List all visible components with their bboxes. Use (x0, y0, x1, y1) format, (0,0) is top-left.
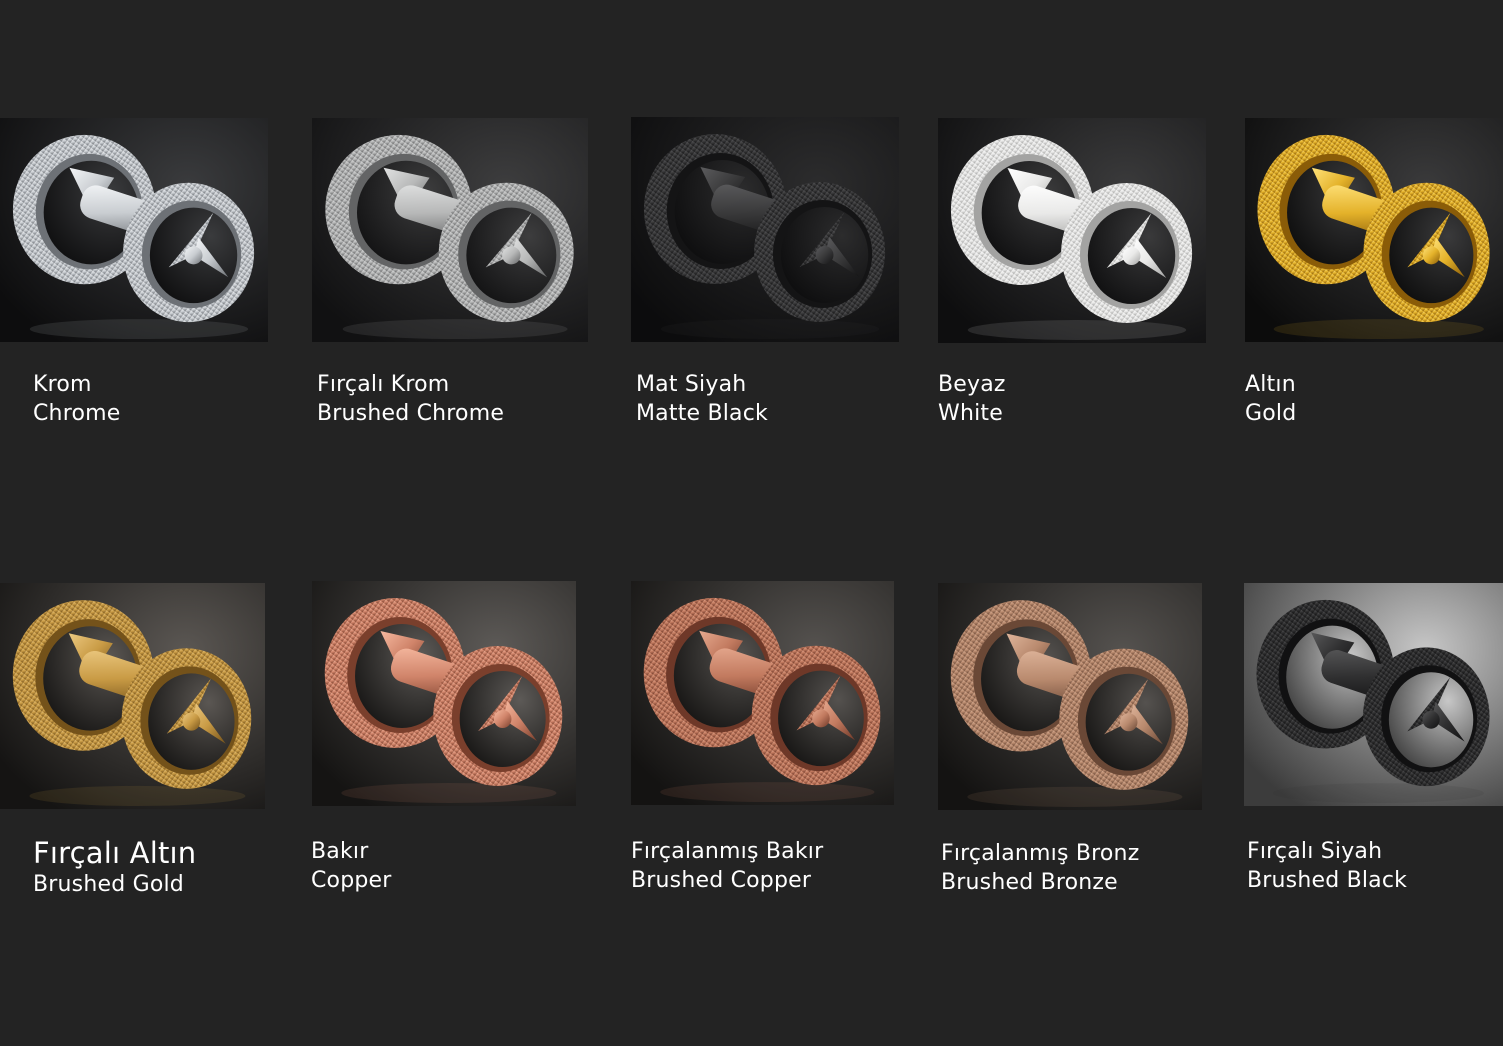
chrome-knob-icon (0, 118, 268, 342)
finish-name-en: Matte Black (636, 401, 768, 426)
brushed-black-knob-icon (1244, 583, 1503, 806)
finish-name-tr: Fırçalı Siyah (1247, 839, 1383, 864)
finish-photo (312, 581, 576, 806)
finish-photo (0, 583, 265, 809)
matte-black-knob-icon (631, 117, 899, 342)
copper-knob-icon (312, 581, 576, 806)
finish-label: Altın Gold (1245, 370, 1296, 428)
finish-name-en: Brushed Copper (631, 868, 812, 893)
finish-label: Fırçalı Siyah Brushed Black (1247, 837, 1407, 895)
finish-label: Fırçalanmış Bronz Brushed Bronze (941, 839, 1139, 897)
finish-name-tr: Fırçalanmış Bakır (631, 839, 824, 864)
finish-name-en: Gold (1245, 401, 1297, 426)
finish-name-en: Copper (311, 868, 392, 893)
finish-photo (0, 118, 268, 342)
brushed-bronze-knob-icon (938, 583, 1202, 810)
finish-label: Fırçalı Altın Brushed Gold (33, 837, 196, 899)
brushed-copper-knob-icon (631, 581, 894, 805)
finish-name-tr: Altın (1245, 372, 1296, 397)
finish-name-en: Chrome (33, 401, 121, 426)
finish-name-tr: Krom (33, 372, 92, 397)
finish-name-en: Brushed Black (1247, 868, 1408, 893)
finish-name-tr: Fırçalı Altın (33, 836, 197, 870)
finish-photo (312, 118, 588, 342)
finish-label: Bakır Copper (311, 837, 392, 895)
white-knob-icon (938, 118, 1206, 343)
finish-name-en: White (938, 401, 1003, 426)
finish-label: Mat Siyah Matte Black (636, 370, 768, 428)
gold-knob-icon (1245, 118, 1503, 342)
finish-label: Fırçalı Krom Brushed Chrome (317, 370, 504, 428)
finish-photo (1245, 118, 1503, 342)
finish-photo (631, 581, 894, 805)
finish-name-en: Brushed Chrome (317, 401, 505, 426)
finish-photo (1244, 583, 1503, 806)
finish-photo (631, 117, 899, 342)
finish-label: Krom Chrome (33, 370, 121, 428)
brushed-chrome-knob-icon (312, 118, 588, 342)
finish-name-tr: Bakır (311, 839, 369, 864)
finish-name-tr: Beyaz (938, 372, 1006, 397)
finish-name-tr: Fırçalı Krom (317, 372, 450, 397)
finish-photo (938, 583, 1202, 810)
finish-photo (938, 118, 1206, 343)
brushed-gold-knob-icon (0, 583, 265, 809)
finish-label: Fırçalanmış Bakır Brushed Copper (631, 837, 823, 895)
finish-label: Beyaz White (938, 370, 1006, 428)
finish-name-tr: Mat Siyah (636, 372, 747, 397)
finish-name-tr: Fırçalanmış Bronz (941, 841, 1140, 866)
finish-name-en: Brushed Bronze (941, 870, 1118, 895)
finish-name-en: Brushed Gold (33, 872, 184, 897)
